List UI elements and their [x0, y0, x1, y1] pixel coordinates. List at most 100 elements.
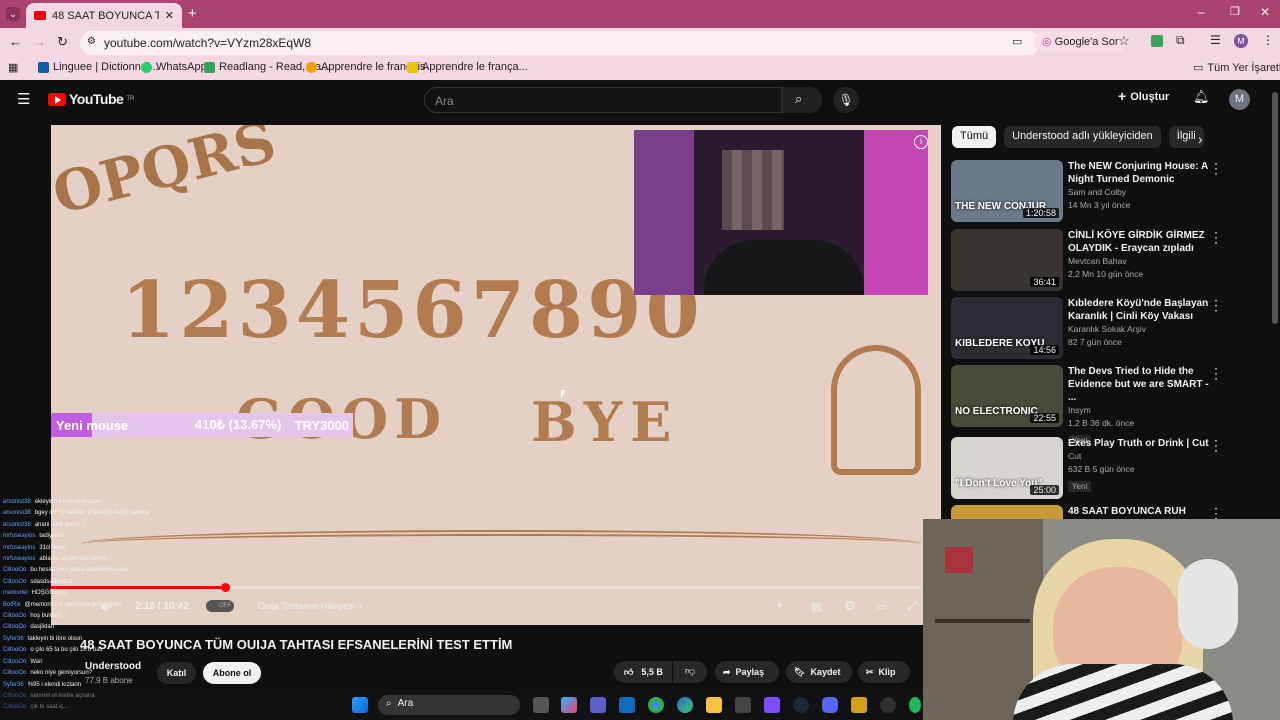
hamburger-menu-icon[interactable]: ☰: [17, 90, 30, 108]
autoplay-toggle[interactable]: OFF: [206, 600, 234, 612]
chip-from-uploader[interactable]: Understood adlı yükleyiciden: [1004, 126, 1161, 148]
taskbar-search[interactable]: ⌕ Ara: [378, 695, 520, 715]
video-thumbnail[interactable]: NO ELECTRONIC 22:55: [951, 365, 1063, 427]
create-button[interactable]: + Oluştur: [1118, 89, 1169, 103]
apps-grid-icon[interactable]: ▦: [8, 61, 18, 74]
reload-icon[interactable]: ↻: [57, 34, 68, 50]
progress-scrubber[interactable]: [221, 583, 230, 592]
subscribe-button[interactable]: Abone ol: [203, 662, 261, 684]
bookmark-whatsapp[interactable]: WhatsApp: [141, 61, 207, 73]
dislike-button[interactable]: 👎︎: [673, 661, 707, 683]
recommended-video[interactable]: THE NEW CONJUR 1:20:58 The NEW Conjuring H…: [951, 160, 1266, 222]
video-thumbnail[interactable]: 36:41: [951, 229, 1063, 291]
notifications-bell-icon[interactable]: 🔔︎: [1193, 89, 1210, 105]
menu-icon[interactable]: ⋮: [1262, 33, 1274, 47]
minimize-button[interactable]: –: [1198, 5, 1205, 19]
streamer-picture-in-picture: [634, 130, 928, 295]
recommended-title[interactable]: Exes Play Truth or Drink | Cut: [1068, 437, 1218, 450]
chapter-button[interactable]: Ouija Tahtamın Hikayesi ›: [258, 601, 362, 611]
close-tab-icon[interactable]: ✕: [165, 9, 174, 22]
browser-tab[interactable]: 48 SAAT BOYUNCA TÜM OUIJA ✕: [26, 3, 182, 28]
windows-start-icon[interactable]: [352, 697, 368, 713]
app-icon-2[interactable]: [851, 697, 867, 713]
edge-icon[interactable]: [677, 697, 693, 713]
new-tab-button[interactable]: +: [188, 5, 197, 22]
more-options-icon[interactable]: ⋮: [1209, 160, 1223, 177]
address-bar[interactable]: ⚙ youtube.com/watch?v=VYzm28xEqW8 ▭: [80, 31, 1040, 55]
recommended-video[interactable]: KIBLEDERE KOYU 14:56 Kıbledere Köyü'nde Ba…: [951, 297, 1266, 359]
recommended-video[interactable]: "I Don't Love You" 25:00 Exes Play Truth o…: [951, 437, 1266, 499]
youtube-play-icon: [48, 92, 66, 106]
extension-r-icon[interactable]: [1151, 35, 1163, 47]
youtube-logo[interactable]: YouTube TR: [48, 91, 134, 107]
clip-button[interactable]: ✂ Klip: [858, 661, 910, 683]
close-window-button[interactable]: ✕: [1260, 5, 1270, 19]
recommended-channel[interactable]: Cut: [1068, 450, 1218, 463]
search-input[interactable]: Ara: [424, 87, 782, 113]
channel-name[interactable]: Understood: [85, 661, 141, 672]
teams-icon[interactable]: [590, 697, 606, 713]
volume-icon[interactable]: 🔊︎: [101, 600, 109, 615]
all-bookmarks[interactable]: ▭Tüm Yer İşaretleri: [1193, 61, 1280, 75]
save-button[interactable]: 🔖︎ Kaydet: [786, 661, 852, 683]
obs-icon[interactable]: [880, 697, 896, 713]
recommended-title[interactable]: CİNLİ KÖYE GİRDİK GİRMEZ OLAYDIK - Erayc…: [1068, 229, 1218, 255]
more-options-icon[interactable]: ⋮: [1209, 229, 1223, 246]
bookmark-star-icon[interactable]: ☆: [1118, 33, 1130, 49]
video-thumbnail[interactable]: THE NEW CONJUR 1:20:58: [951, 160, 1063, 222]
maximize-button[interactable]: ❐: [1230, 5, 1240, 18]
chat-text: bu hesap yeni yanlis anlamayin saaa: [30, 567, 129, 574]
store-icon[interactable]: [735, 697, 751, 713]
account-avatar[interactable]: M: [1229, 89, 1250, 110]
info-icon[interactable]: i: [914, 135, 928, 149]
recommended-title[interactable]: 48 SAAT BOYUNCA RUH: [1068, 505, 1218, 518]
recommended-channel[interactable]: Mevtcan Bahav: [1068, 255, 1218, 268]
subtitles-icon[interactable]: ▤: [811, 600, 821, 613]
chrome-icon[interactable]: [648, 697, 664, 713]
voice-search-button[interactable]: 🎙︎: [833, 87, 859, 113]
like-button[interactable]: 👍︎ 5,5 B: [614, 661, 672, 683]
copilot-icon[interactable]: [561, 697, 577, 713]
pause-icon[interactable]: ⏸: [777, 600, 782, 611]
task-view-icon[interactable]: [533, 697, 549, 713]
outlook-icon[interactable]: [619, 697, 635, 713]
google-ask-button[interactable]: ◎ Google'a Sor: [1034, 32, 1127, 52]
steam-icon[interactable]: [793, 697, 809, 713]
recommended-channel[interactable]: Sam and Colby: [1068, 186, 1218, 199]
more-options-icon[interactable]: ⋮: [1209, 297, 1223, 314]
discord-icon[interactable]: [822, 697, 838, 713]
recommended-video[interactable]: 36:41 CİNLİ KÖYE GİRDİK GİRMEZ OLAYDIK - …: [951, 229, 1266, 291]
search-button[interactable]: ⌕: [782, 87, 822, 113]
extensions-icon[interactable]: ⧉: [1176, 33, 1185, 48]
tab-search-icon[interactable]: ⌄: [6, 7, 20, 21]
video-thumbnail[interactable]: KIBLEDERE KOYU 14:56: [951, 297, 1063, 359]
theater-mode-icon[interactable]: ▭: [876, 600, 886, 613]
recommended-title[interactable]: Kıbledere Köyü'nde Başlayan Karanlık | C…: [1068, 297, 1218, 323]
cast-icon[interactable]: ▭: [1012, 35, 1022, 48]
recommended-title[interactable]: The NEW Conjuring House: A Night Turned …: [1068, 160, 1218, 186]
site-info-icon[interactable]: ⚙: [87, 36, 96, 47]
scrollbar[interactable]: [1272, 92, 1278, 324]
more-options-icon[interactable]: ⋮: [1209, 437, 1223, 454]
fullscreen-icon[interactable]: ⤢: [907, 598, 917, 614]
settings-gear-icon[interactable]: ⚙: [844, 598, 856, 614]
chips-next-icon[interactable]: ›: [1198, 131, 1203, 147]
file-explorer-icon[interactable]: [706, 697, 722, 713]
reading-list-icon[interactable]: ☰: [1210, 33, 1221, 47]
recommended-channel[interactable]: Insym: [1068, 404, 1218, 417]
join-button[interactable]: Katıl: [157, 662, 196, 684]
share-button[interactable]: ➦ Paylaş: [715, 661, 779, 683]
back-icon[interactable]: ←: [9, 34, 22, 49]
bookmark-apprendre-2[interactable]: Apprendre le frança...: [407, 61, 528, 73]
recommended-title[interactable]: The Devs Tried to Hide the Evidence but …: [1068, 365, 1218, 404]
spotify-icon[interactable]: [909, 697, 921, 713]
more-options-icon[interactable]: ⋮: [1209, 365, 1223, 382]
profile-avatar[interactable]: M: [1234, 34, 1248, 48]
video-thumbnail[interactable]: "I Don't Love You" 25:00: [951, 437, 1063, 499]
recommended-channel[interactable]: Karanlık Sokak Arşiv: [1068, 323, 1218, 336]
chat-text: bgey ol***z hallediz o basit bi detay sa…: [34, 510, 150, 517]
app-icon[interactable]: [764, 697, 780, 713]
forward-icon[interactable]: →: [33, 34, 46, 49]
chip-all[interactable]: Tümü: [952, 126, 997, 148]
recommended-video[interactable]: NO ELECTRONIC 22:55 The Devs Tried to Hide…: [951, 365, 1266, 446]
